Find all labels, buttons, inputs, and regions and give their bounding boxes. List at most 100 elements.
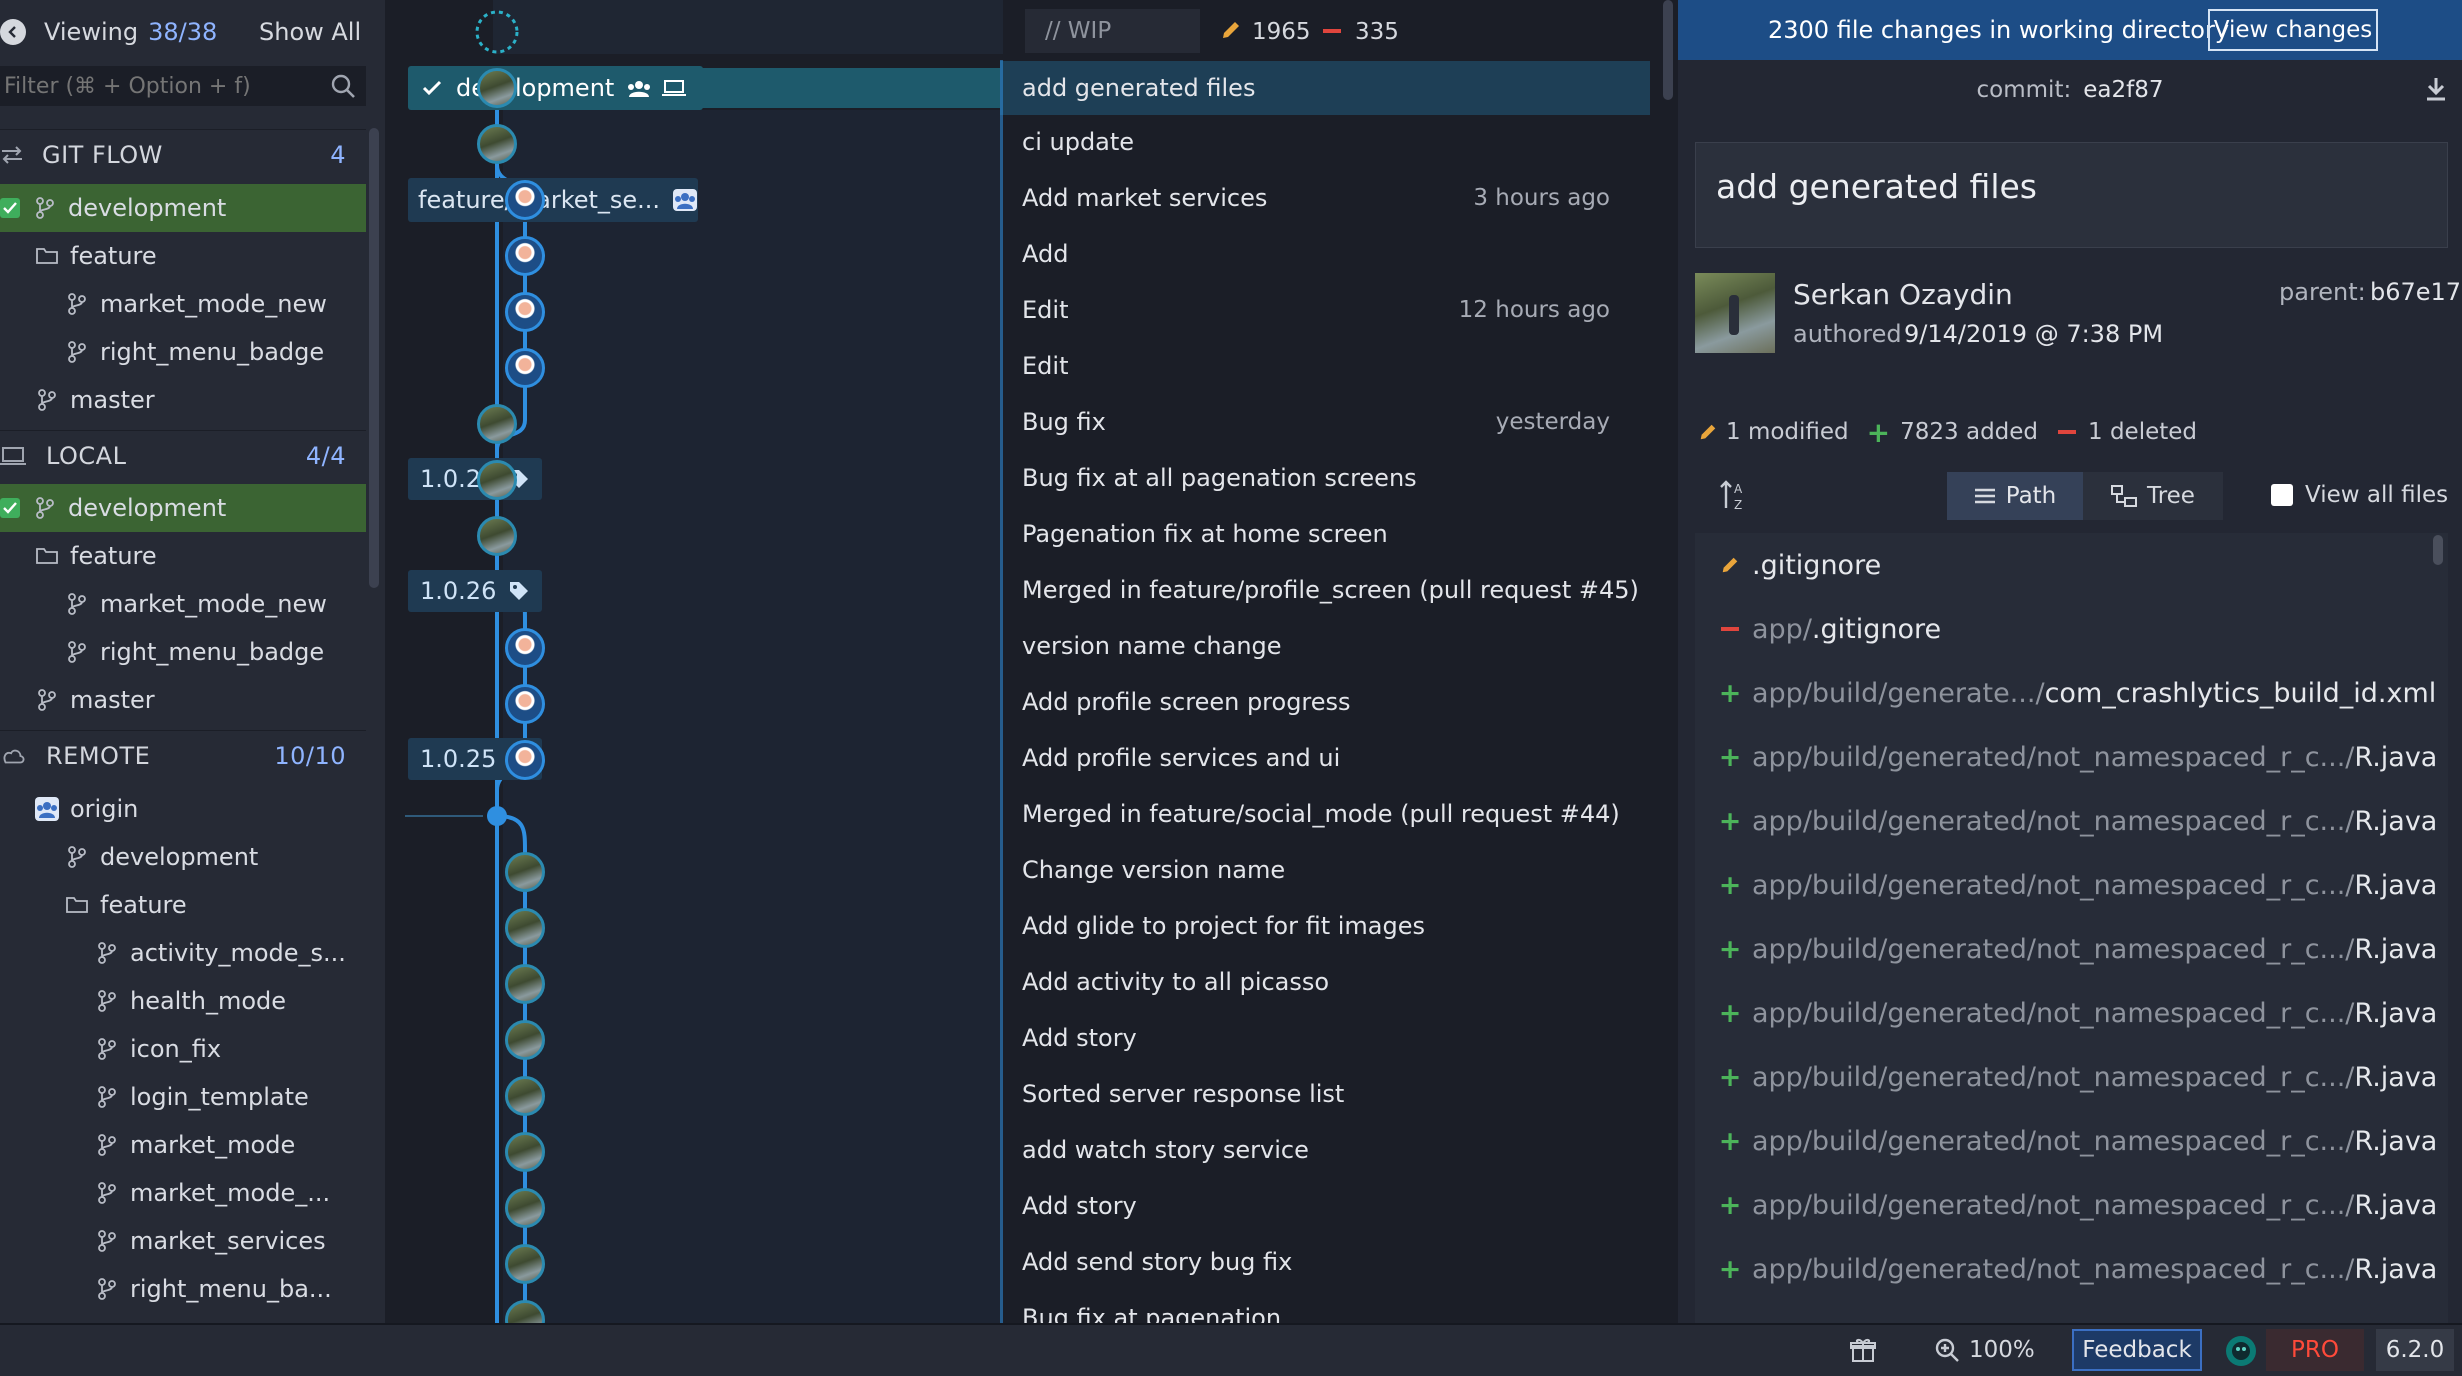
- zoom-level[interactable]: 100%: [1969, 1337, 2035, 1363]
- gitflow-branch-master[interactable]: master: [0, 376, 385, 424]
- file-row[interactable]: + app/build/generated/not_namespaced_r_c…: [1718, 1109, 2438, 1173]
- remote-branch[interactable]: icon_fix: [0, 1025, 385, 1073]
- view-all-files-checkbox[interactable]: [2271, 484, 2293, 506]
- tag-label[interactable]: 1.0.27: [408, 458, 543, 500]
- file-row[interactable]: + app/build/generated/not_namespaced_r_c…: [1718, 1045, 2438, 1109]
- commit-avatar[interactable]: [505, 964, 545, 1004]
- remote-branch[interactable]: market_services: [0, 1217, 385, 1265]
- remote-origin[interactable]: origin: [0, 785, 385, 833]
- download-icon[interactable]: [2424, 76, 2448, 102]
- commit-row[interactable]: Add market services 3 hours ago: [1000, 171, 1650, 225]
- commit-row[interactable]: add watch story service: [1000, 1123, 1650, 1177]
- zoom-icon[interactable]: [1934, 1337, 1960, 1363]
- commit-avatar[interactable]: [477, 460, 517, 500]
- commit-row[interactable]: Edit 12 hours ago: [1000, 283, 1650, 337]
- file-row[interactable]: + app/build/generated/not_namespaced_r_c…: [1718, 1237, 2438, 1301]
- commit-row[interactable]: ci update: [1000, 115, 1650, 169]
- local-branch-development[interactable]: development: [0, 484, 366, 532]
- commit-avatar[interactable]: [505, 1020, 545, 1060]
- commit-avatar[interactable]: [477, 124, 517, 164]
- wip-input[interactable]: // WIP: [1025, 9, 1200, 53]
- remote-branch[interactable]: right_menu_ba...: [0, 1265, 385, 1313]
- file-row[interactable]: app/.gitignore: [1718, 597, 2438, 661]
- view-all-files[interactable]: View all files: [2271, 478, 2448, 512]
- branch-label-feature[interactable]: feature/market_se...: [408, 178, 698, 222]
- file-row[interactable]: + app/build/generated/not_namespaced_r_c…: [1718, 917, 2438, 981]
- file-row[interactable]: + app/build/generate.../com_crashlytics_…: [1718, 661, 2438, 725]
- commit-summary-box[interactable]: add generated files: [1695, 142, 2448, 248]
- remote-branch[interactable]: health_mode: [0, 977, 385, 1025]
- gitflow-section[interactable]: GIT FLOW 4: [0, 129, 366, 180]
- show-all-button[interactable]: Show All: [259, 18, 361, 46]
- tree-view-button[interactable]: Tree: [2083, 472, 2223, 520]
- gift-icon[interactable]: [1850, 1337, 1876, 1363]
- commit-row[interactable]: Add activity to all picasso: [1000, 955, 1650, 1009]
- remote-branch[interactable]: development: [0, 833, 385, 881]
- commit-row[interactable]: Merged in feature/profile_screen (pull r…: [1000, 563, 1650, 617]
- commit-row[interactable]: Merged in feature/social_mode (pull requ…: [1000, 787, 1650, 841]
- view-changes-button[interactable]: View changes: [2208, 9, 2378, 51]
- graph-scrollbar[interactable]: [1663, 0, 1673, 100]
- file-row[interactable]: .gitignore: [1718, 533, 2438, 597]
- commit-avatar-badge[interactable]: [505, 236, 545, 276]
- commit-sha[interactable]: ea2f87: [2083, 77, 2163, 103]
- commit-avatar[interactable]: [505, 1076, 545, 1116]
- file-row[interactable]: + app/build/generated/not_namespaced_r_c…: [1718, 1173, 2438, 1237]
- commit-avatar[interactable]: [477, 404, 517, 444]
- commit-avatar-badge[interactable]: [505, 684, 545, 724]
- commit-avatar-badge[interactable]: [505, 628, 545, 668]
- path-view-button[interactable]: Path: [1947, 472, 2083, 520]
- commit-avatar-badge[interactable]: [505, 292, 545, 332]
- gitflow-branch-development[interactable]: development: [0, 184, 366, 232]
- local-branch-right-menu-badge[interactable]: right_menu_badge: [0, 628, 385, 676]
- commit-avatar[interactable]: [505, 908, 545, 948]
- file-row[interactable]: + app/build/generated/not_namespaced_r_c…: [1718, 853, 2438, 917]
- commit-row[interactable]: Sorted server response list: [1000, 1067, 1650, 1121]
- sort-az-icon[interactable]: AZ: [1718, 478, 1752, 512]
- commit-avatar[interactable]: [505, 852, 545, 892]
- commit-row[interactable]: Change version name: [1000, 843, 1650, 897]
- commit-avatar[interactable]: [477, 68, 517, 108]
- remote-folder-feature[interactable]: feature: [0, 881, 385, 929]
- gitflow-branch-right-menu-badge[interactable]: right_menu_badge: [0, 328, 385, 376]
- commit-row[interactable]: Add profile screen progress: [1000, 675, 1650, 729]
- commit-avatar[interactable]: [505, 1244, 545, 1284]
- file-row[interactable]: + app/build/generated/not_namespaced_r_c…: [1718, 725, 2438, 789]
- remote-branch[interactable]: activity_mode_s...: [0, 929, 385, 977]
- local-branch-market-mode-new[interactable]: market_mode_new: [0, 580, 385, 628]
- remote-section[interactable]: REMOTE 10/10: [0, 730, 366, 781]
- commit-row[interactable]: Add story: [1000, 1011, 1650, 1065]
- filter-input[interactable]: [0, 72, 326, 100]
- file-row[interactable]: + app/build/generated/not_namespaced_r_c…: [1718, 981, 2438, 1045]
- feedback-button[interactable]: Feedback: [2072, 1329, 2202, 1371]
- commit-avatar-badge[interactable]: [505, 348, 545, 388]
- commit-avatar[interactable]: [505, 1188, 545, 1228]
- back-icon[interactable]: [0, 19, 26, 45]
- commit-row[interactable]: Add story: [1000, 1179, 1650, 1233]
- gitflow-folder-feature[interactable]: feature: [0, 232, 385, 280]
- filter-box[interactable]: [0, 66, 366, 106]
- commit-row[interactable]: Edit: [1000, 339, 1650, 393]
- pro-badge[interactable]: PRO: [2266, 1329, 2364, 1371]
- local-folder-feature[interactable]: feature: [0, 532, 385, 580]
- commit-row[interactable]: Add: [1000, 227, 1650, 281]
- remote-branch[interactable]: market_mode: [0, 1121, 385, 1169]
- commit-row[interactable]: Add send story bug fix: [1000, 1235, 1650, 1289]
- left-scrollbar[interactable]: [369, 128, 379, 588]
- commit-row[interactable]: Bug fix at all pagenation screens: [1000, 451, 1650, 505]
- gitflow-branch-market-mode-new[interactable]: market_mode_new: [0, 280, 385, 328]
- commit-row[interactable]: Bug fix at pagenation: [1000, 1291, 1650, 1323]
- parent-sha[interactable]: b67e17: [2370, 278, 2461, 306]
- gitkraken-icon[interactable]: [2225, 1335, 2257, 1367]
- commit-avatar[interactable]: [477, 516, 517, 556]
- local-branch-master[interactable]: master: [0, 676, 385, 724]
- commit-row[interactable]: Bug fix yesterday: [1000, 395, 1650, 449]
- remote-branch[interactable]: login_template: [0, 1073, 385, 1121]
- commit-row[interactable]: Add glide to project for fit images: [1000, 899, 1650, 953]
- commit-avatar[interactable]: [505, 1132, 545, 1172]
- remote-branch[interactable]: market_mode_...: [0, 1169, 385, 1217]
- commit-row[interactable]: version name change: [1000, 619, 1650, 673]
- commit-row[interactable]: add generated files: [1000, 61, 1650, 115]
- commit-row[interactable]: Add profile services and ui: [1000, 731, 1650, 785]
- commit-avatar-badge[interactable]: [505, 740, 545, 780]
